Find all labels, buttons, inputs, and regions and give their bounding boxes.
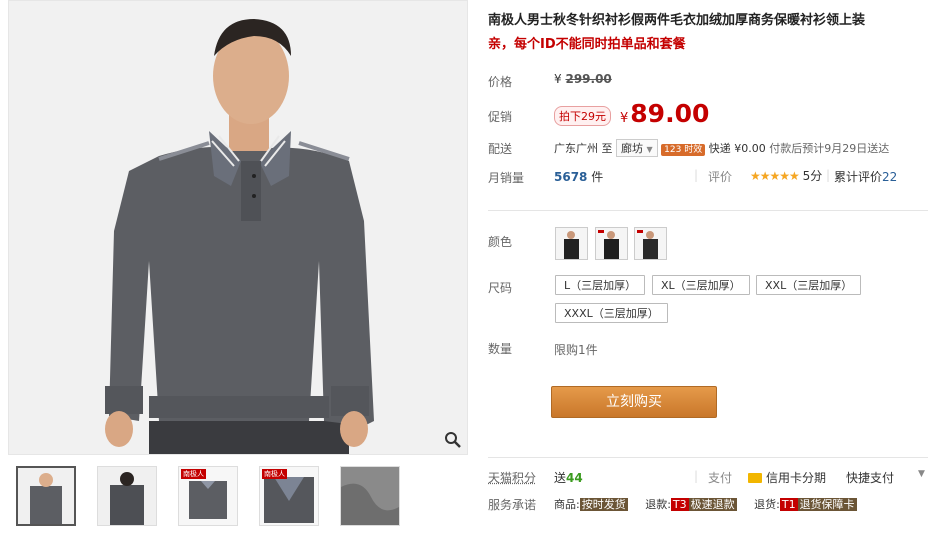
divider [488, 210, 928, 211]
color-swatch-2[interactable] [595, 227, 628, 260]
size-option-xxl[interactable]: XXL（三层加厚） [756, 275, 862, 295]
original-price-value: 299.00 [565, 72, 612, 86]
delivery-time-badge: 123 时效 [661, 144, 706, 156]
brand-tag: 南极人 [181, 469, 206, 479]
thumbnail-2[interactable] [97, 466, 157, 526]
promo-label: 促销 [488, 110, 513, 124]
current-price-value: 89.00 [630, 99, 710, 128]
refund-code: T3 [670, 498, 689, 511]
monthly-sales-unit: 件 [591, 170, 604, 184]
fast-refund-badge[interactable]: 极速退款 [688, 498, 737, 511]
product-subtitle: 亲，每个ID不能同时拍单品和套餐 [488, 37, 686, 52]
points-prefix: 送 [554, 471, 567, 485]
express-fee: 快递 ¥0.00 [708, 142, 766, 155]
rating-label: 评价 [708, 170, 733, 184]
divider: | [694, 168, 699, 182]
promo-tag: 拍下29元 [554, 106, 611, 126]
quick-pay-label: 快捷支付 [846, 471, 895, 485]
delivery-eta: 付款后预计9月29日送达 [769, 142, 890, 155]
rating-score: 5分 [802, 169, 823, 183]
return-guarantee-badge[interactable]: 退货保障卡 [797, 498, 857, 511]
thumbnail-5[interactable] [340, 466, 400, 526]
thumbnail-strip: 南极人 南极人 [16, 466, 400, 526]
review-count-value: 22 [882, 170, 898, 184]
color-swatch-3[interactable] [634, 227, 667, 260]
original-price: ¥ 299.00 [554, 72, 612, 86]
main-product-image[interactable] [8, 0, 468, 455]
model-photo [9, 1, 467, 454]
review-count[interactable]: 累计评价22 [834, 168, 897, 185]
review-text: 累计评价 [834, 170, 883, 184]
credit-card-icon [748, 473, 762, 483]
ship-to-word: 至 [601, 142, 613, 155]
return-code: T1 [779, 498, 798, 511]
on-time-delivery-badge[interactable]: 按时发货 [579, 498, 628, 511]
return-label: 退货: [754, 498, 780, 511]
rating[interactable]: ★★★★★ 5分 [750, 167, 822, 184]
star-rating-icon: ★★★★★ [750, 169, 800, 183]
shipping-row: 广东广州 至 廊坊 ▼ 123 时效 快递 ¥0.00 付款后预计9月29日送达 [554, 139, 889, 157]
currency-symbol: ¥ [554, 72, 562, 86]
thumbnail-4[interactable]: 南极人 [259, 466, 319, 526]
monthly-sales-value: 5678 [554, 170, 588, 184]
destination-select[interactable]: 廊坊 ▼ [616, 139, 658, 157]
chevron-down-icon[interactable]: ▼ [918, 469, 925, 479]
service-label: 服务承诺 [488, 498, 537, 512]
brand-tag: 南极人 [262, 469, 287, 479]
current-price: ¥89.00 [620, 99, 709, 128]
refund-label: 退款: [645, 498, 671, 511]
payment-label: 支付 [708, 471, 733, 485]
shipping-label: 配送 [488, 142, 513, 156]
size-label: 尺码 [488, 281, 513, 295]
color-swatch-1[interactable] [555, 227, 588, 260]
tmall-points-label[interactable]: 天猫积分 [488, 469, 536, 486]
thumbnail-3[interactable]: 南极人 [178, 466, 238, 526]
quick-pay[interactable]: 快捷支付 [846, 469, 894, 486]
monthly-sales-label: 月销量 [488, 171, 525, 185]
quantity-label: 数量 [488, 342, 513, 356]
destination-value: 廊坊 [621, 142, 643, 155]
points-value: 44 [566, 471, 583, 485]
monthly-sales: 5678 件 [554, 168, 603, 185]
credit-installment[interactable]: 信用卡分期 [748, 469, 826, 486]
credit-installment-label: 信用卡分期 [766, 471, 827, 485]
divider: | [694, 469, 699, 483]
product-title: 南极人男士秋冬针织衬衫假两件毛衣加绒加厚商务保暖衬衫领上装 [488, 13, 866, 28]
price-label: 价格 [488, 75, 513, 89]
chevron-down-icon: ▼ [646, 145, 653, 154]
currency-symbol: ¥ [620, 111, 629, 126]
quantity-limit: 限购1件 [554, 343, 598, 357]
size-option-xxxl[interactable]: XXXL（三层加厚） [555, 303, 668, 323]
buy-now-button[interactable]: 立刻购买 [551, 386, 717, 418]
size-option-xl[interactable]: XL（三层加厚） [652, 275, 750, 295]
ship-from: 广东广州 [554, 142, 598, 155]
size-option-l[interactable]: L（三层加厚） [555, 275, 646, 295]
zoom-icon[interactable] [443, 430, 463, 450]
tmall-points: 送44 [554, 469, 583, 486]
divider: | [826, 168, 831, 182]
color-label: 颜色 [488, 235, 513, 249]
goods-label: 商品: [554, 498, 580, 511]
divider [488, 457, 928, 458]
service-row: 商品: 按时发货 退款: T3 极速退款 退货: T1 退货保障卡 [554, 496, 857, 512]
thumbnail-1[interactable] [16, 466, 76, 526]
